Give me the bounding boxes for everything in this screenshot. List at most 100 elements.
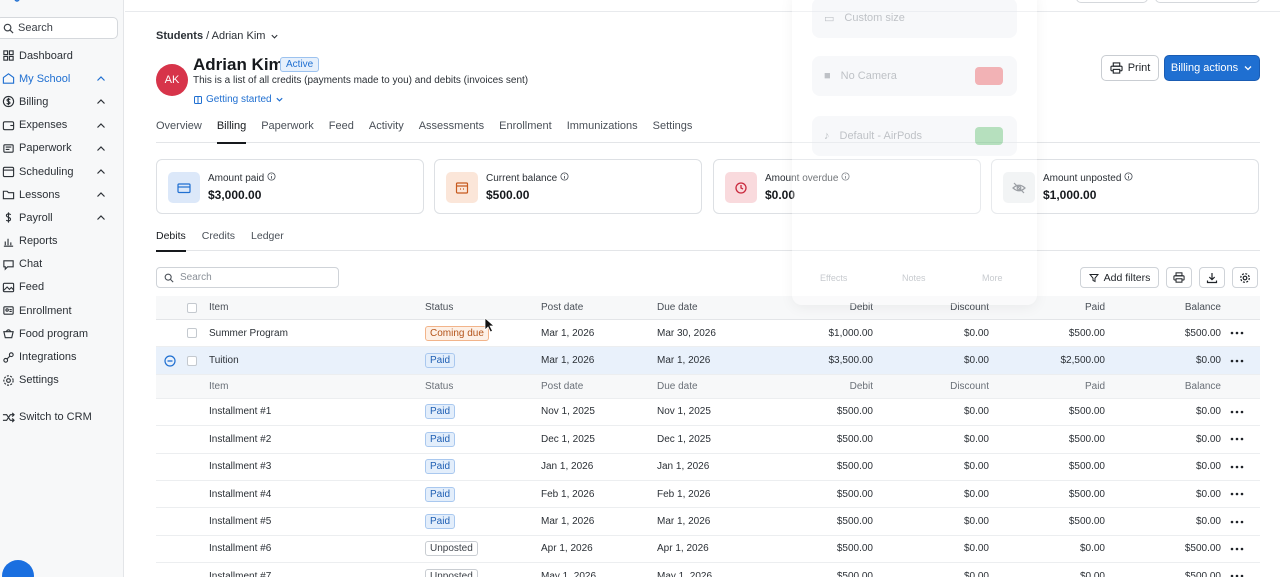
tab-immunizations[interactable]: Immunizations [567,120,638,143]
column-header-item[interactable]: Item [209,296,228,319]
top-action-button[interactable] [1155,0,1260,3]
overlay-row-label: Default - AirPods [839,130,923,142]
sidebar-nav: Dashboard My School Billing Expenses Paperwo… [0,44,124,429]
sidebar-item-dashboard[interactable]: Dashboard [0,44,124,67]
print-table-button[interactable] [1166,267,1192,288]
breadcrumb-root[interactable]: Students [156,30,203,42]
tab-billing[interactable]: Billing [216,120,247,144]
installment-row[interactable]: Installment #2 Paid Dec 1, 2025 Dec 1, 2025… [156,426,1260,454]
tab-overview[interactable]: Overview [156,120,202,143]
tab-feed[interactable]: Feed [329,120,354,143]
chevron-up-icon[interactable] [96,121,106,133]
select-all-checkbox[interactable] [187,302,197,313]
more-actions-icon[interactable] [1230,536,1244,562]
sidebar-item-billing[interactable]: Billing [0,90,124,113]
search-icon [3,23,14,34]
book-icon [194,95,202,104]
overlay-row[interactable]: ▭ Custom size [812,0,1017,38]
tab-paperwork[interactable]: Paperwork [261,120,314,143]
collapse-icon[interactable] [164,347,176,373]
installment-row[interactable]: Installment #5 Paid Mar 1, 2026 Mar 1, 2026… [156,508,1260,536]
cell-post: Mar 1, 2026 [541,327,595,339]
table-settings-button[interactable] [1232,267,1258,288]
switch-icon [1,410,15,424]
column-header-post-date[interactable]: Post date [541,296,583,319]
row-checkbox[interactable] [187,355,197,366]
row-checkbox[interactable] [187,328,197,339]
installment-row[interactable]: Installment #6 Unposted Apr 1, 2026 Apr 1, … [156,536,1260,564]
column-header-due-date: Due date [657,380,698,392]
download-button[interactable] [1199,267,1225,288]
table-row[interactable]: Summer Program Coming due Mar 1, 2026 Mar 3… [156,320,1260,348]
chevron-up-icon[interactable] [96,213,106,225]
more-actions-icon[interactable] [1230,454,1244,480]
info-icon[interactable] [267,172,276,184]
cell-post: Apr 1, 2026 [541,543,593,555]
subtab-ledger[interactable]: Ledger [251,230,284,251]
chevron-up-icon[interactable] [96,167,106,179]
more-actions-icon[interactable] [1230,508,1244,534]
sidebar-item-label: My School [19,72,71,85]
sidebar-item-payroll[interactable]: Payroll [0,206,124,229]
column-header-balance[interactable]: Balance [1101,296,1221,319]
sidebar-item-integrations[interactable]: Integrations [0,345,124,368]
overlay-row[interactable]: ♪ Default - AirPods [812,116,1017,156]
tab-settings[interactable]: Settings [653,120,693,143]
table-search-input[interactable]: Search [156,267,339,288]
chevron-up-icon[interactable] [96,74,106,86]
column-header-status: Status [425,380,454,392]
sidebar-item-scheduling[interactable]: Scheduling [0,160,124,183]
more-actions-icon[interactable] [1230,320,1244,346]
subtab-credits[interactable]: Credits [202,230,235,251]
tab-activity[interactable]: Activity [369,120,404,143]
overlay-row[interactable]: ■ No Camera [812,56,1017,96]
sidebar-item-chat[interactable]: Chat [0,253,124,276]
sidebar-item-label: Expenses [19,119,68,132]
breadcrumb-current[interactable]: Adrian Kim [212,30,266,42]
print-button[interactable]: Print [1101,55,1159,81]
add-filters-button[interactable]: Add filters [1080,267,1159,288]
sidebar-item-expenses[interactable]: Expenses [0,114,124,137]
more-actions-icon[interactable] [1230,399,1244,425]
top-action-button[interactable] [1076,0,1148,3]
tab-assessments[interactable]: Assessments [419,120,484,143]
chat-launcher-button[interactable] [2,560,34,577]
billing-actions-button[interactable]: Billing actions [1164,55,1260,81]
chevron-up-icon[interactable] [96,97,106,109]
sidebar-item-feed[interactable]: Feed [0,276,124,299]
sidebar-item-reports[interactable]: Reports [0,230,124,253]
sidebar-item-settings[interactable]: Settings [0,369,124,392]
sidebar-item-my-school[interactable]: My School [0,67,124,90]
installment-row[interactable]: Installment #7 Unposted May 1, 2026 May 1, … [156,563,1260,577]
overlay-footer-label[interactable]: More [982,273,1003,283]
info-icon[interactable] [560,172,569,184]
overlay-footer-label[interactable]: Notes [902,273,926,283]
overlay-footer-label[interactable]: Effects [820,273,847,283]
chevron-up-icon[interactable] [96,144,106,156]
installment-row[interactable]: Installment #4 Paid Feb 1, 2026 Feb 1, 2026… [156,481,1260,509]
sidebar-item-food-program[interactable]: Food program [0,322,124,345]
chevron-up-icon[interactable] [96,190,106,202]
sidebar-item-lessons[interactable]: Lessons [0,183,124,206]
status-badge: Coming due [425,325,489,341]
cell-post: May 1, 2026 [541,570,597,577]
column-header-due-date[interactable]: Due date [657,296,698,319]
column-header-status[interactable]: Status [425,296,453,319]
switch-to-crm-button[interactable]: Switch to CRM [0,406,124,429]
sidebar-item-enrollment[interactable]: Enrollment [0,299,124,322]
sidebar-search[interactable]: Search [0,17,118,39]
more-actions-icon[interactable] [1230,426,1244,452]
sidebar-item-paperwork[interactable]: Paperwork [0,137,124,160]
more-actions-icon[interactable] [1230,481,1244,507]
logo-icon [14,0,20,2]
info-icon[interactable] [1124,172,1133,184]
more-actions-icon[interactable] [1230,347,1244,373]
subtab-debits[interactable]: Debits [156,230,186,252]
installment-row[interactable]: Installment #1 Paid Nov 1, 2025 Nov 1, 2025… [156,399,1260,427]
installment-row[interactable]: Installment #3 Paid Jan 1, 2026 Jan 1, 2026… [156,454,1260,481]
more-actions-icon[interactable] [1230,563,1244,577]
tab-enrollment[interactable]: Enrollment [499,120,552,143]
chevron-down-icon[interactable] [270,32,279,41]
getting-started-link[interactable]: Getting started [193,94,284,105]
table-row[interactable]: Tuition Paid Mar 1, 2026 Mar 1, 2026 $3,500.… [156,347,1260,375]
